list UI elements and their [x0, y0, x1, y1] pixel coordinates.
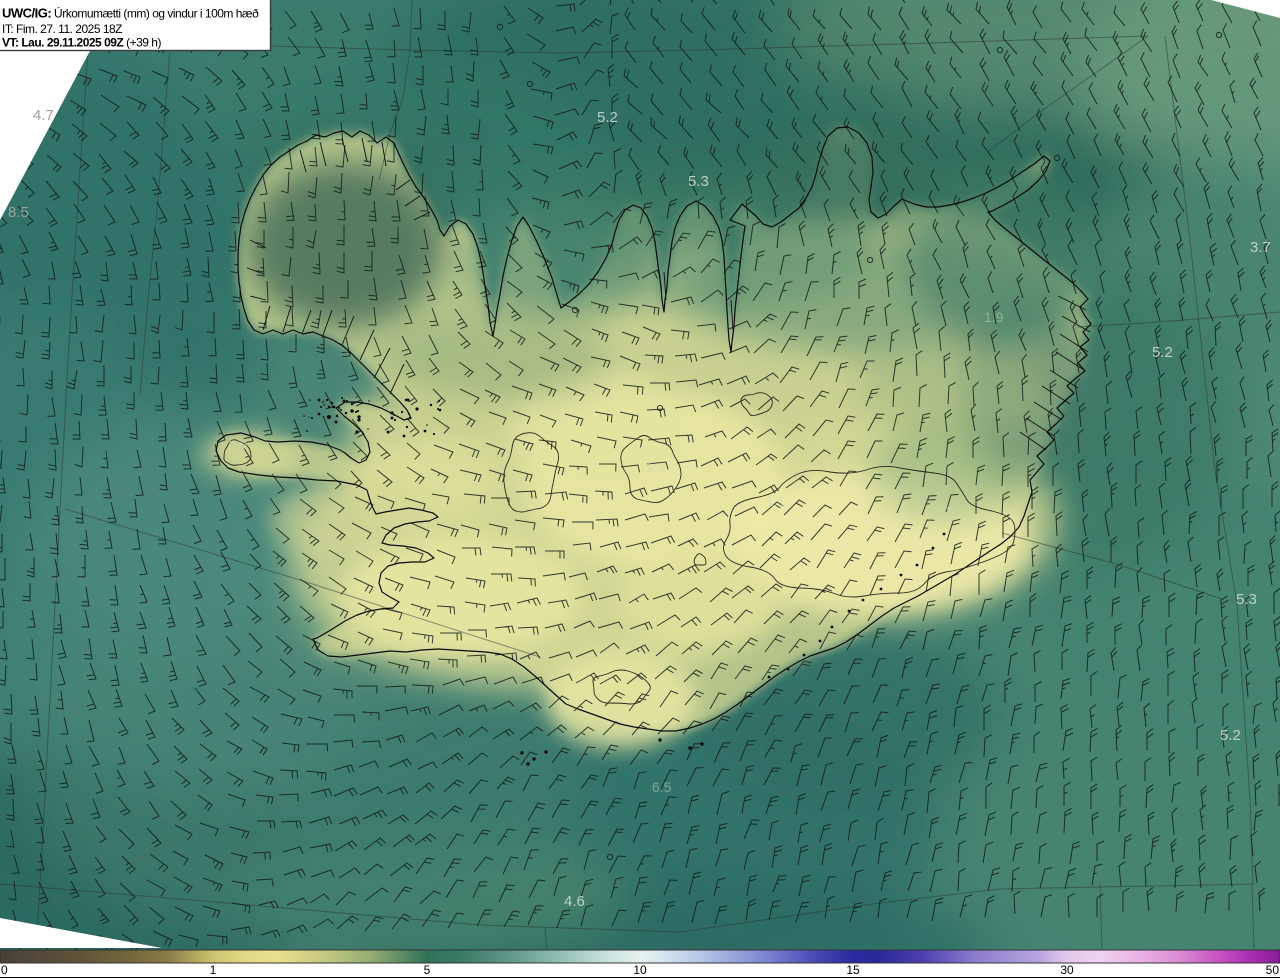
svg-text:IT: Fim. 27. 11. 2025 18Z: IT: Fim. 27. 11. 2025 18Z [2, 22, 122, 36]
svg-text:5.3: 5.3 [1236, 591, 1257, 608]
svg-text:50: 50 [1266, 963, 1280, 977]
svg-text:5.2: 5.2 [597, 109, 618, 126]
svg-text:6.5: 6.5 [652, 779, 672, 795]
svg-text:UWC/IG: Úrkomumætti (mm) og vi: UWC/IG: Úrkomumætti (mm) og vindur i 100… [2, 6, 259, 21]
svg-text:10: 10 [633, 963, 647, 977]
svg-text:1: 1 [210, 963, 217, 977]
svg-text:1.1: 1.1 [766, 493, 786, 509]
svg-text:5.3: 5.3 [688, 173, 709, 190]
svg-text:15: 15 [846, 963, 860, 977]
svg-text:5.2: 5.2 [1152, 344, 1173, 361]
svg-text:5.2: 5.2 [1220, 727, 1241, 744]
svg-text:VT: Lau. 29.11.2025 09Z (+39 h: VT: Lau. 29.11.2025 09Z (+39 h) [2, 36, 161, 50]
svg-text:5: 5 [424, 963, 431, 977]
svg-text:2.0: 2.0 [228, 437, 248, 453]
svg-text:1.3: 1.3 [934, 503, 954, 519]
svg-text:30: 30 [1060, 963, 1074, 977]
svg-text:1.1: 1.1 [646, 459, 666, 475]
svg-text:4.6: 4.6 [564, 893, 585, 910]
svg-text:0: 0 [1, 963, 8, 977]
svg-text:3.7: 3.7 [1250, 239, 1271, 256]
svg-text:4.7: 4.7 [33, 107, 54, 124]
svg-text:8.5: 8.5 [8, 204, 29, 221]
svg-text:1.9: 1.9 [984, 309, 1004, 325]
